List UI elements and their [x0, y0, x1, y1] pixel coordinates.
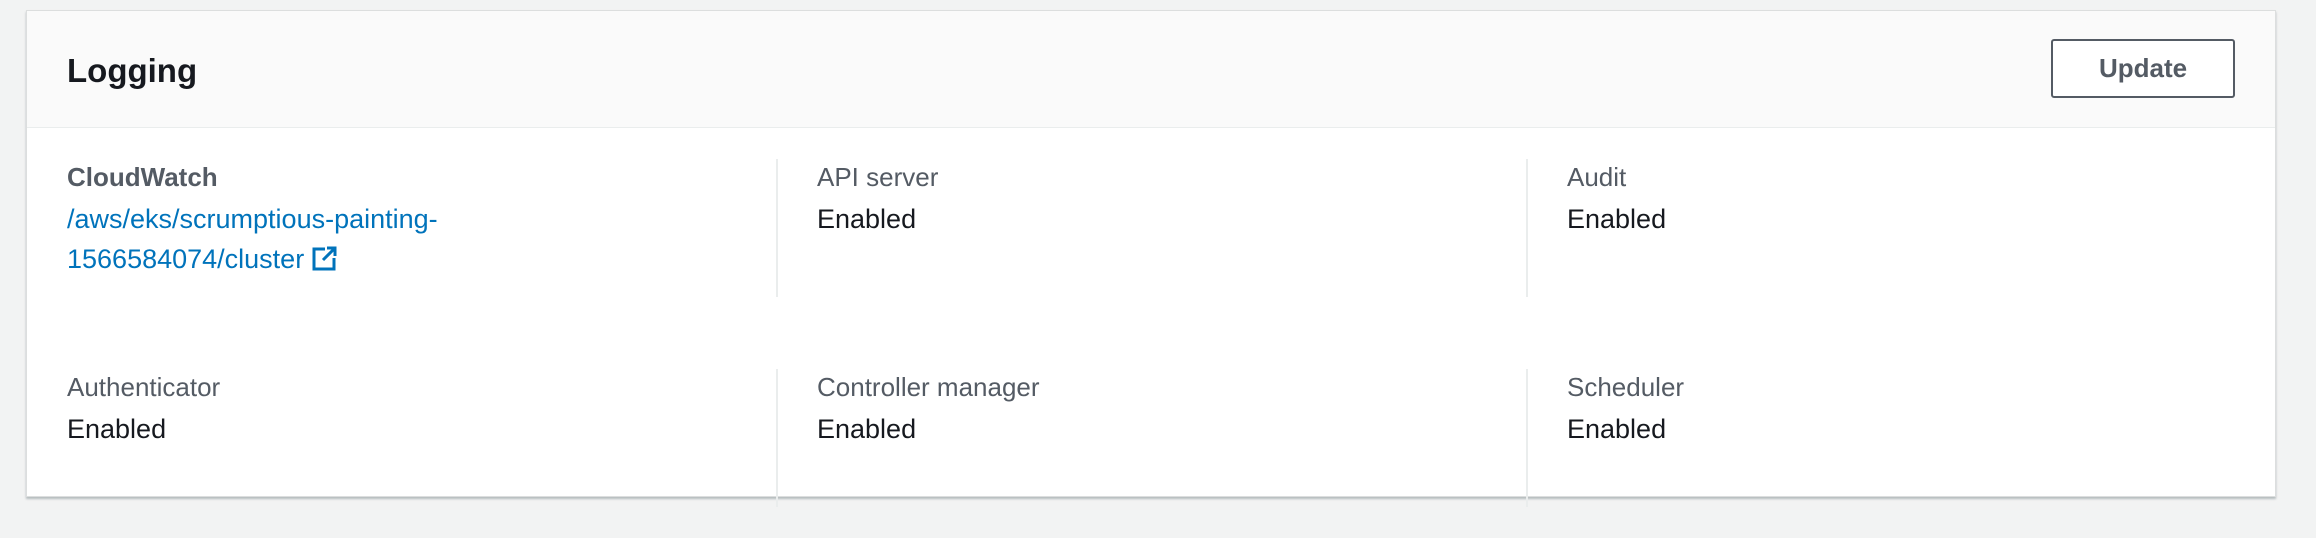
- field-scheduler: Scheduler Enabled: [1526, 369, 2267, 507]
- audit-label: Audit: [1567, 162, 1627, 192]
- panel-header: Logging Update: [27, 11, 2275, 128]
- scheduler-value: Enabled: [1567, 414, 1667, 444]
- cloudwatch-label: CloudWatch: [67, 162, 218, 192]
- scheduler-label: Scheduler: [1567, 372, 1685, 402]
- field-api-server: API server Enabled: [776, 159, 1517, 297]
- field-authenticator: Authenticator Enabled: [67, 369, 767, 449]
- controller-manager-value: Enabled: [817, 414, 917, 444]
- panel-title: Logging: [67, 52, 198, 89]
- logging-panel: Logging Update CloudWatch /aws/eks/scrum…: [26, 10, 2276, 507]
- field-audit: Audit Enabled: [1526, 159, 2267, 297]
- cloudwatch-log-group-link[interactable]: /aws/eks/scrumptious-painting-1566584074…: [67, 199, 527, 279]
- cloudwatch-link-text: /aws/eks/scrumptious-painting-1566584074…: [67, 204, 438, 274]
- controller-manager-label: Controller manager: [817, 372, 1040, 402]
- authenticator-value: Enabled: [67, 414, 167, 444]
- external-link-icon: [312, 246, 338, 271]
- field-cloudwatch: CloudWatch /aws/eks/scrumptious-painting…: [67, 159, 767, 279]
- api-server-label: API server: [817, 162, 939, 192]
- api-server-value: Enabled: [817, 204, 917, 234]
- field-controller-manager: Controller manager Enabled: [776, 369, 1517, 507]
- authenticator-label: Authenticator: [67, 372, 221, 402]
- update-button[interactable]: Update: [2051, 39, 2235, 98]
- audit-value: Enabled: [1567, 204, 1667, 234]
